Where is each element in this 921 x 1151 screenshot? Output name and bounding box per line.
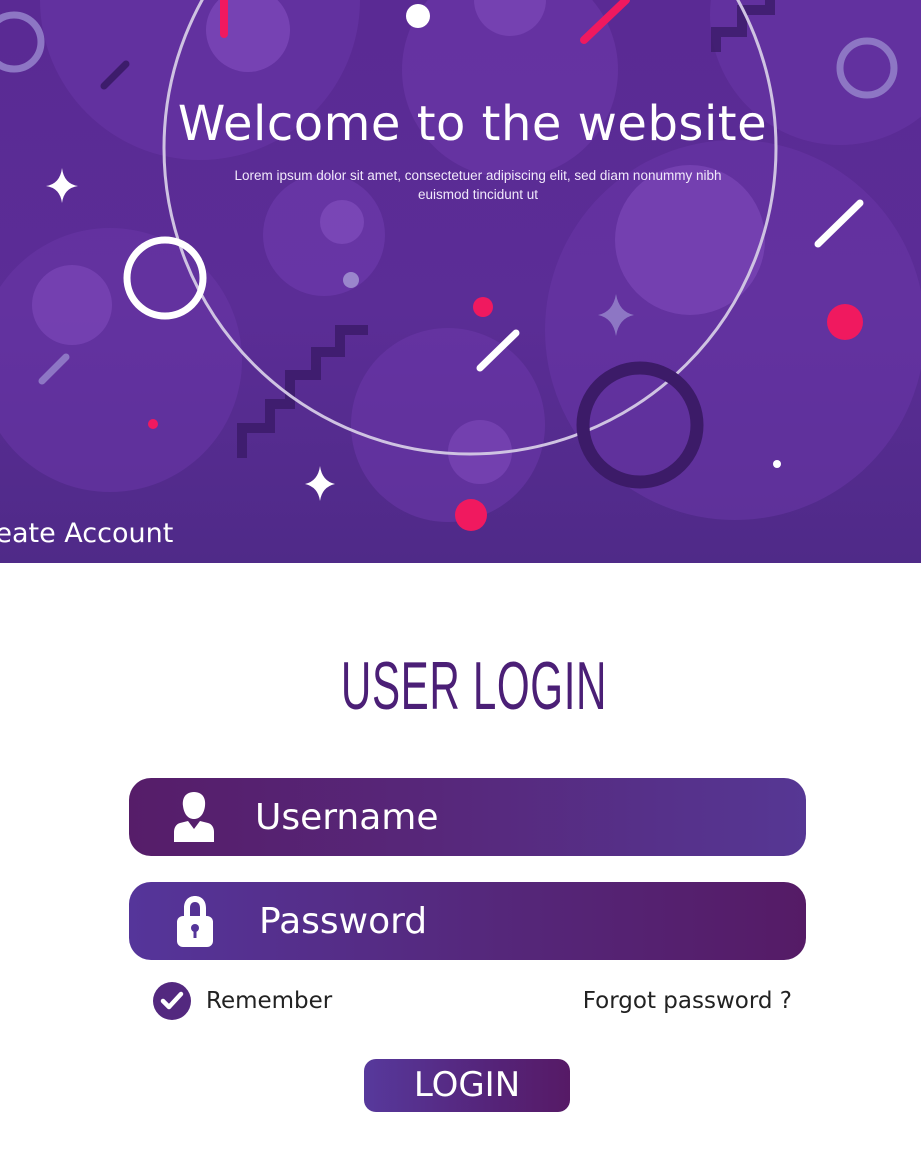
- hero-title: Welcome to the website: [177, 96, 768, 152]
- username-field[interactable]: [129, 778, 806, 856]
- checkmark-icon: [153, 982, 191, 1020]
- login-page: Welcome to the website Lorem ipsum dolor…: [0, 0, 921, 1151]
- forgot-password-link[interactable]: Forgot password ?: [583, 988, 792, 1014]
- lock-icon: [176, 882, 214, 960]
- create-account-link[interactable]: Create Account: [0, 518, 173, 549]
- password-input[interactable]: [259, 882, 729, 960]
- remember-label: Remember: [206, 988, 333, 1014]
- login-button[interactable]: LOGIN: [364, 1059, 570, 1112]
- remember-checkbox[interactable]: Remember: [153, 981, 332, 1021]
- user-icon: [174, 778, 214, 856]
- username-input[interactable]: [255, 778, 725, 856]
- password-field[interactable]: [129, 882, 806, 960]
- hero-decoration: [0, 0, 921, 531]
- hero-banner: Welcome to the website Lorem ipsum dolor…: [0, 0, 921, 563]
- hero-subtitle: Lorem ipsum dolor sit amet, consectetuer…: [234, 168, 722, 202]
- login-title: USER LOGIN: [340, 648, 608, 724]
